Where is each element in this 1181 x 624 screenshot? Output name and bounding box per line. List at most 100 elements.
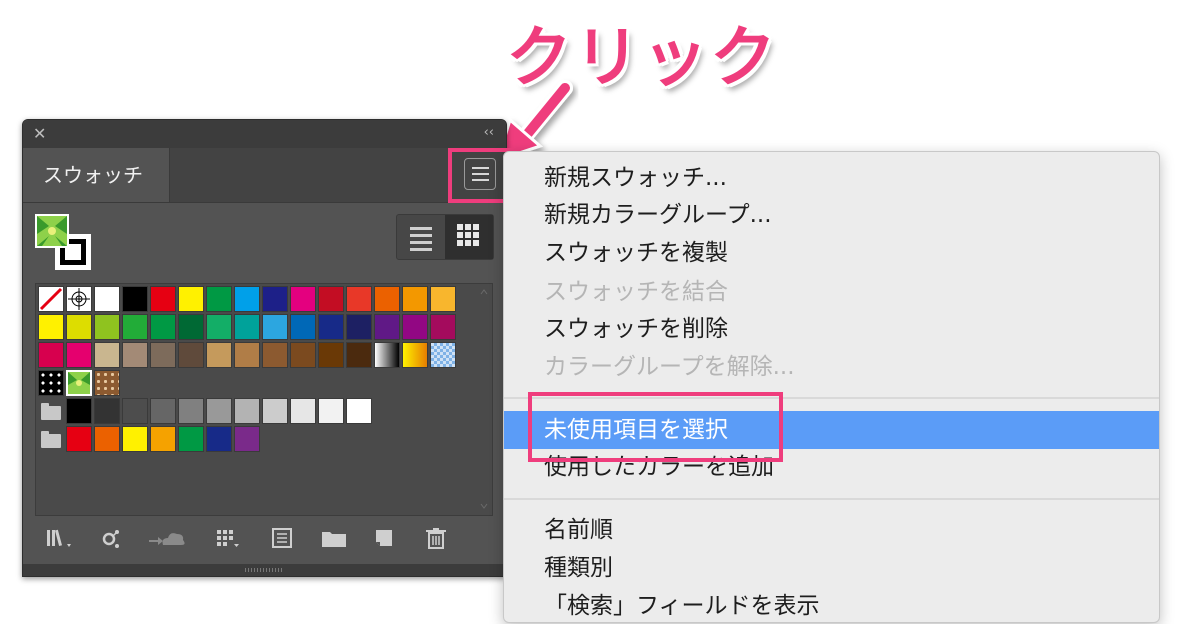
resize-grip[interactable] [23, 564, 506, 576]
menu-item-new-swatch[interactable]: 新規スウォッチ... [544, 160, 727, 196]
swatch-registration[interactable] [66, 286, 92, 312]
swatch[interactable] [150, 398, 176, 424]
folder-icon[interactable] [319, 526, 349, 550]
swatch[interactable] [66, 398, 92, 424]
swatch[interactable] [290, 286, 316, 312]
menu-item-sort-by-kind[interactable]: 種類別 [544, 550, 613, 586]
menu-item-sort-by-name[interactable]: 名前順 [544, 512, 613, 548]
swatch[interactable] [290, 398, 316, 424]
new-swatch-icon[interactable] [369, 526, 399, 550]
swatch[interactable] [430, 342, 456, 368]
library-icon[interactable] [43, 526, 73, 550]
swatch[interactable] [206, 426, 232, 452]
swatch[interactable] [38, 314, 64, 340]
swatch[interactable] [374, 286, 400, 312]
swatch[interactable] [66, 370, 92, 396]
swatch[interactable] [66, 426, 92, 452]
swatch[interactable] [122, 342, 148, 368]
swatch[interactable] [94, 286, 120, 312]
color-group-folder-icon[interactable] [41, 403, 61, 420]
swatch[interactable] [206, 398, 232, 424]
tab-swatches[interactable]: スウォッチ [23, 148, 170, 202]
swatch[interactable] [178, 342, 204, 368]
panel-titlebar: ✕ ‹‹ [23, 120, 506, 148]
swatch[interactable] [234, 314, 260, 340]
close-icon[interactable]: ✕ [33, 124, 46, 143]
new-color-group-icon[interactable] [267, 526, 297, 550]
menu-item-ungroup-color-group: カラーグループを解除... [544, 354, 795, 380]
swatch[interactable] [66, 342, 92, 368]
swatch[interactable] [150, 426, 176, 452]
swatch[interactable] [402, 314, 428, 340]
menu-item-duplicate-swatch[interactable]: スウォッチを複製 [544, 235, 728, 271]
swatch[interactable] [122, 286, 148, 312]
swatch[interactable] [94, 426, 120, 452]
swatch[interactable] [38, 370, 64, 396]
panel-flyout-menu: 新規スウォッチ... 新規カラーグループ... スウォッチを複製 スウォッチを結… [503, 151, 1160, 623]
swatch[interactable] [94, 398, 120, 424]
thumbnail-view-icon[interactable] [445, 215, 493, 259]
swatch[interactable] [234, 426, 260, 452]
swatch[interactable] [374, 342, 400, 368]
swatch[interactable] [234, 286, 260, 312]
swatch[interactable] [122, 314, 148, 340]
swatch[interactable] [178, 426, 204, 452]
swatch[interactable] [206, 314, 232, 340]
swatch[interactable] [94, 314, 120, 340]
swatch[interactable] [290, 314, 316, 340]
swatch[interactable] [430, 286, 456, 312]
color-group-folder-icon[interactable] [41, 431, 61, 448]
swatch[interactable] [318, 342, 344, 368]
swatch[interactable] [318, 286, 344, 312]
swatch[interactable] [402, 286, 428, 312]
fill-swatch[interactable] [35, 214, 69, 248]
swatch[interactable] [38, 342, 64, 368]
swatch[interactable] [150, 342, 176, 368]
panel-bottom-toolbar [23, 520, 506, 560]
swatch[interactable] [262, 342, 288, 368]
cloud-icon[interactable] [147, 526, 187, 550]
trash-icon[interactable] [421, 526, 451, 550]
menu-item-delete-swatch[interactable]: スウォッチを削除 [544, 311, 728, 347]
list-view-icon[interactable] [397, 215, 445, 259]
swatch[interactable] [318, 398, 344, 424]
collapse-icon[interactable]: ‹‹ [484, 125, 494, 140]
swatch[interactable] [262, 398, 288, 424]
swatch[interactable] [122, 398, 148, 424]
swatch[interactable] [150, 314, 176, 340]
swatch[interactable] [178, 398, 204, 424]
swatch[interactable] [94, 342, 120, 368]
scrollbar[interactable] [479, 286, 489, 512]
swatch[interactable] [346, 342, 372, 368]
menu-item-merge-swatches: スウォッチを結合 [544, 279, 728, 305]
swatch[interactable] [122, 426, 148, 452]
swatch[interactable] [402, 342, 428, 368]
swatch[interactable] [178, 286, 204, 312]
fill-stroke-widget[interactable] [35, 214, 95, 274]
swatch[interactable] [206, 286, 232, 312]
panel-tabbar: スウォッチ [23, 148, 506, 203]
menu-item-new-color-group[interactable]: 新規カラーグループ... [544, 197, 772, 233]
swatch[interactable] [206, 342, 232, 368]
swatch-options-icon[interactable] [211, 526, 241, 550]
swatch[interactable] [234, 398, 260, 424]
swatch[interactable] [94, 370, 120, 396]
swatch[interactable] [430, 314, 456, 340]
swatch[interactable] [150, 286, 176, 312]
swatch[interactable] [262, 314, 288, 340]
swatch[interactable] [374, 314, 400, 340]
swatch-none[interactable] [38, 286, 64, 312]
swatch[interactable] [346, 286, 372, 312]
menu-item-show-find-field[interactable]: 「検索」フィールドを表示 [544, 588, 820, 624]
view-toggle [396, 214, 494, 260]
swatch[interactable] [178, 314, 204, 340]
swatch[interactable] [290, 342, 316, 368]
swatch-grid [35, 283, 493, 516]
swatch[interactable] [66, 314, 92, 340]
swatch[interactable] [346, 398, 372, 424]
swatch[interactable] [234, 342, 260, 368]
swatch[interactable] [262, 286, 288, 312]
swatch[interactable] [318, 314, 344, 340]
swatch-kinds-icon[interactable] [97, 526, 127, 550]
swatch[interactable] [346, 314, 372, 340]
